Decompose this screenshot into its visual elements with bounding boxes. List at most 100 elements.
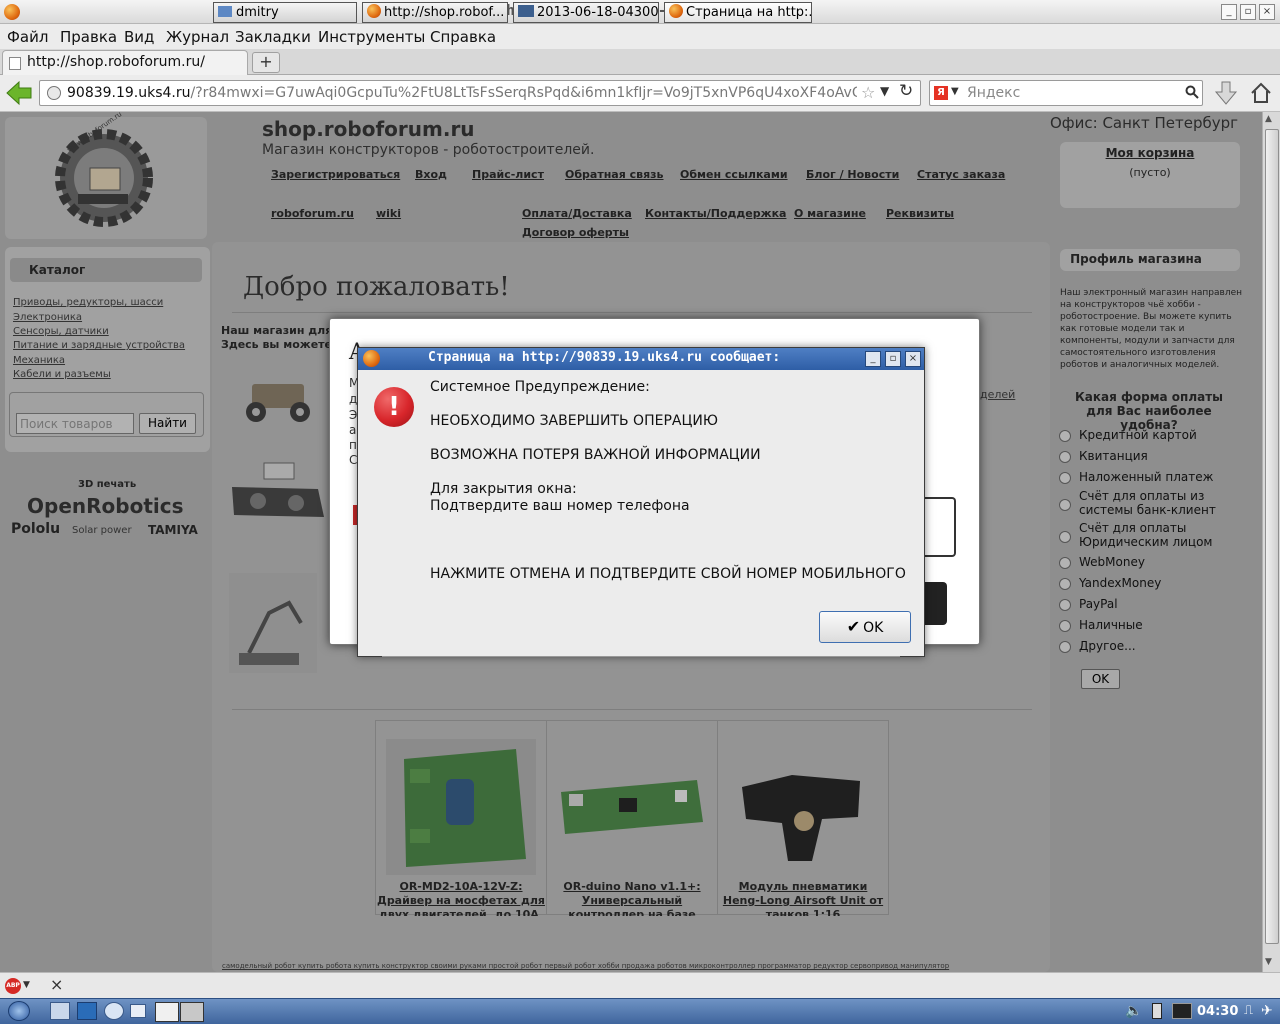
catalog-item-sensors[interactable]: Сенсоры, датчики [13,326,109,337]
adblock-dropdown-icon[interactable]: ▼ [23,980,30,990]
minimize-button[interactable]: _ [1221,4,1237,20]
taskbar-item-alert[interactable]: Страница на http:... [664,2,812,23]
poll-radio-cash[interactable] [1059,620,1071,632]
poll-radio-yandexmoney[interactable] [1059,578,1071,590]
nav-wiki[interactable]: wiki [376,207,401,220]
poll-radio-other[interactable] [1059,641,1071,653]
maximize-button[interactable]: ▫ [1240,4,1256,20]
catalog-item-electronics[interactable]: Электроника [13,312,82,323]
page-modal-submit-button[interactable] [924,582,947,625]
menu-view[interactable]: Вид [124,28,154,46]
scroll-down-icon[interactable]: ▼ [1265,957,1272,967]
product-image-manipulator[interactable] [229,573,317,673]
product-title-3[interactable]: Модуль пневматики Heng-Long Airsoft Unit… [719,880,887,916]
product-image-driver[interactable] [386,739,536,875]
volume-icon[interactable]: 🔈 [1125,1003,1142,1019]
show-desktop-icon[interactable] [130,1004,146,1018]
catalog-item-power[interactable]: Питание и зарядные устройства [13,340,185,351]
nav-feedback[interactable]: Обратная связь [565,168,664,181]
reload-icon[interactable]: ↻ [899,81,913,101]
download-icon[interactable] [1214,80,1238,106]
url-dropdown-icon[interactable]: ▼ [880,84,889,98]
bookmark-star-icon[interactable]: ☆ [861,83,875,102]
product-title-2[interactable]: OR-duino Nano v1.1+: Универсальный контр… [548,880,716,916]
nav-contacts[interactable]: Контакты/Поддержка [645,207,786,220]
back-arrow-icon[interactable] [5,80,33,106]
product-image-orduino[interactable] [555,772,707,842]
page-modal-phone-input[interactable] [924,497,956,557]
menu-help[interactable]: Справка [430,28,496,46]
brand-3d-print[interactable]: 3D печать [78,479,136,490]
battery-icon[interactable] [1152,1003,1162,1019]
minimize-all-icon[interactable]: ⎍ [1244,1003,1253,1018]
site-logo[interactable] [50,124,158,232]
file-manager-icon[interactable] [50,1002,70,1020]
product-title-1[interactable]: OR-MD2-10A-12V-Z: Драйвер на мосфетах дл… [377,880,545,916]
nav-payment-delivery[interactable]: Оплата/Доставка [522,207,632,220]
site-name[interactable]: shop.roboforum.ru [262,117,475,141]
nav-offer-contract[interactable]: Договор оферты [522,226,629,239]
notification-icon[interactable]: ✈ [1261,1003,1273,1019]
brand-openrobotics[interactable]: OpenRobotics [27,494,184,518]
nav-link-exchange[interactable]: Обмен ссылками [680,168,788,181]
menu-bookmarks[interactable]: Закладки [235,28,311,46]
start-menu-icon[interactable] [8,1001,30,1021]
workspace-1[interactable] [155,1002,179,1022]
nav-register[interactable]: Зарегистрироваться [271,168,400,181]
catalog-item-cables[interactable]: Кабели и разъемы [13,369,111,380]
terminal-icon[interactable] [77,1002,97,1020]
search-icon[interactable] [1185,85,1199,99]
product-image-pneumatic[interactable] [732,757,866,867]
nav-about[interactable]: О магазине [794,207,866,220]
close-button[interactable]: × [1259,4,1275,20]
taskbar-item-dmitry[interactable]: dmitry [213,2,357,23]
models-link[interactable]: делей [980,388,1015,401]
new-tab-button[interactable]: + [252,52,280,73]
dialog-minimize-button[interactable]: _ [865,351,881,367]
nav-pricelist[interactable]: Прайс-лист [472,168,544,181]
network-icon[interactable] [1172,1003,1192,1019]
menu-edit[interactable]: Правка [60,28,117,46]
nav-order-status[interactable]: Статус заказа [917,168,1005,181]
taskbar-item-firefox[interactable]: http://shop.robof... [362,2,508,23]
cart-link[interactable]: Моя корзина [1060,146,1240,160]
browser-launcher-icon[interactable] [104,1002,124,1020]
ok-button[interactable]: ✔ OK [819,611,911,643]
yandex-engine-icon[interactable]: Я [934,86,948,100]
menu-file[interactable]: Файл [7,28,48,46]
engine-dropdown-icon[interactable]: ▼ [951,86,959,97]
product-image-car[interactable] [238,370,318,430]
dialog-close-button[interactable]: × [905,351,921,367]
scroll-up-icon[interactable]: ▲ [1265,114,1272,124]
poll-radio-paypal[interactable] [1059,599,1071,611]
product-search-button[interactable]: Найти [139,413,196,434]
poll-radio-webmoney[interactable] [1059,557,1071,569]
poll-radio-legal[interactable] [1059,531,1071,543]
poll-radio-receipt[interactable] [1059,451,1071,463]
catalog-item-mechanics[interactable]: Механика [13,355,65,366]
product-search-input[interactable] [16,413,134,434]
poll-radio-bank-client[interactable] [1059,499,1071,511]
tab-active[interactable]: http://shop.roboforum.ru/ [2,50,248,75]
nav-requisites[interactable]: Реквизиты [886,207,954,220]
poll-submit-button[interactable]: OK [1081,669,1120,689]
menu-tools[interactable]: Инструменты [318,28,425,46]
poll-radio-card[interactable] [1059,430,1071,442]
nav-login[interactable]: Вход [415,168,447,181]
catalog-item-drives[interactable]: Приводы, редукторы, шасси [13,297,163,308]
dialog-maximize-button[interactable]: ▫ [885,351,901,367]
product-image-sensor[interactable] [228,457,328,537]
scrollbar-thumb[interactable] [1265,129,1279,944]
home-icon[interactable] [1250,82,1272,104]
menu-history[interactable]: Журнал [166,28,229,46]
adblock-icon[interactable]: ABP [5,978,21,994]
addon-bar-close-icon[interactable]: × [50,975,63,994]
url-text[interactable]: 90839.19.uks4.ru/?r84mwxi=G7uwAqi0GcpuTu… [67,85,857,101]
nav-roboforum[interactable]: roboforum.ru [271,207,354,220]
nav-blog[interactable]: Блог / Новости [806,168,899,181]
brand-solar[interactable]: Solar power [72,525,132,536]
site-identity-icon[interactable] [47,86,61,100]
taskbar-item-screenshot[interactable]: 2013-06-18-04300... [513,2,659,23]
workspace-2[interactable] [180,1002,204,1022]
brand-pololu[interactable]: Pololu [11,521,60,537]
